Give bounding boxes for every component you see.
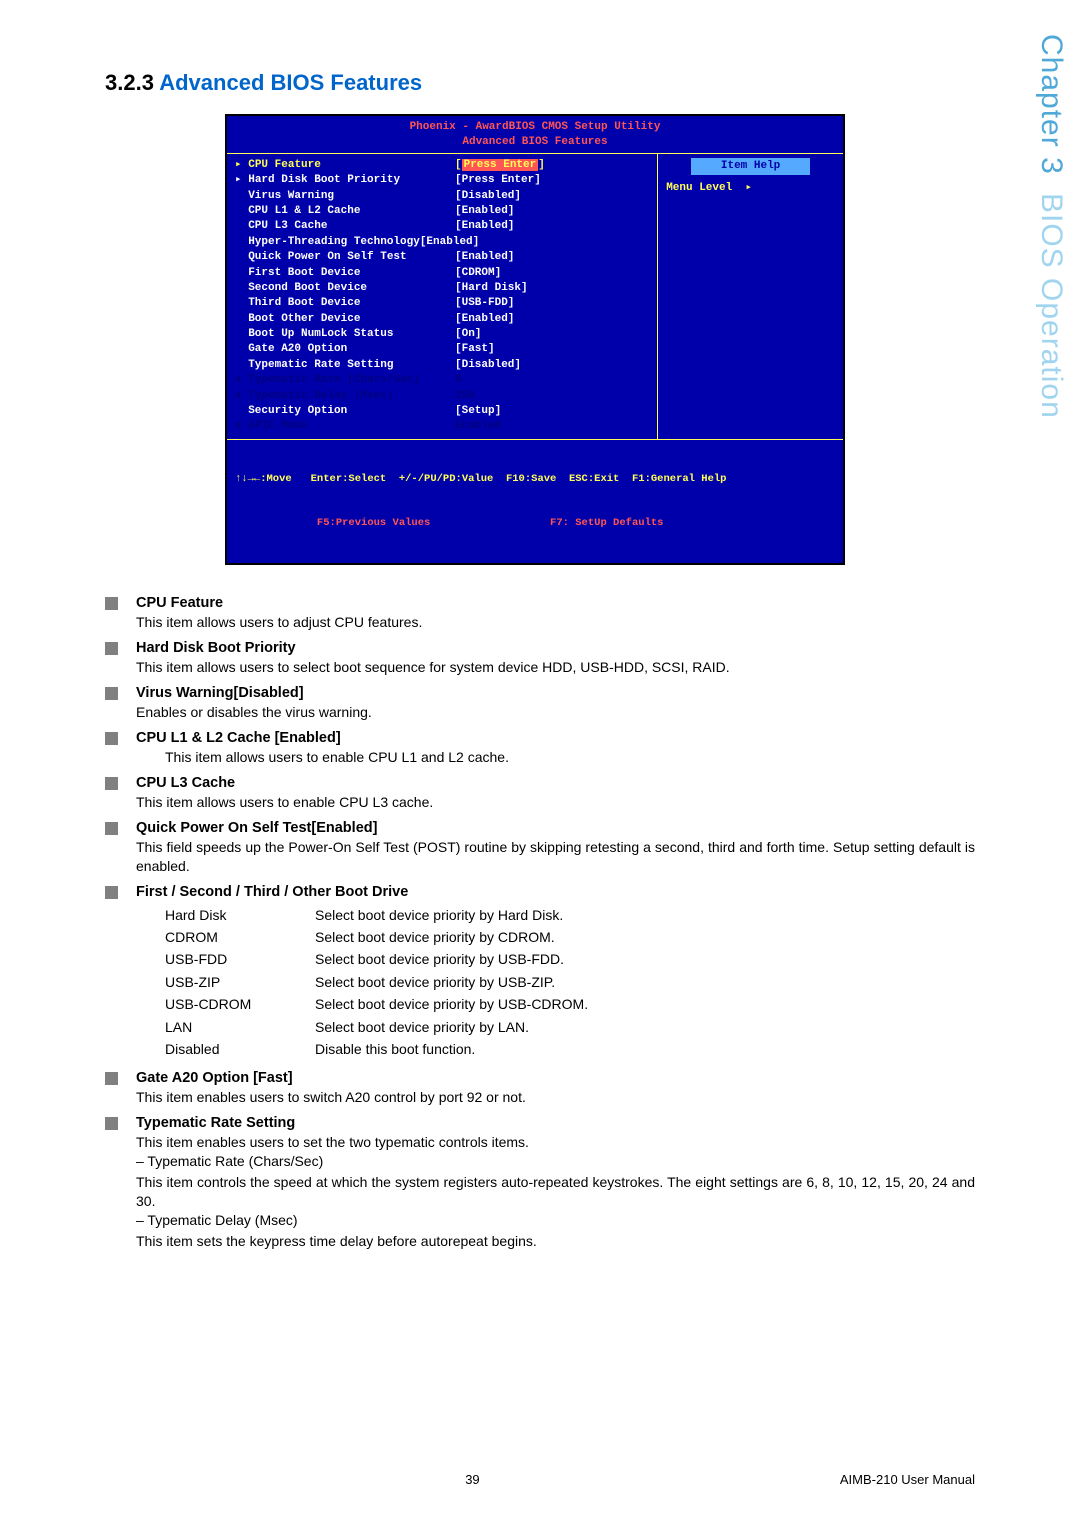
bios-row: Gate A20 Option[Fast] [235, 342, 649, 357]
feature-title: CPU L1 & L2 Cache [Enabled] [136, 730, 341, 746]
feature-item: Virus Warning[Disabled] Enables or disab… [105, 685, 975, 722]
item-help-label: Item Help [691, 158, 810, 175]
bios-settings-panel: ▸ CPU Feature[Press Enter] ▸ Hard Disk B… [227, 154, 658, 439]
feature-title: Hard Disk Boot Priority [136, 640, 296, 656]
table-row: DisabledDisable this boot function. [165, 1038, 975, 1060]
bios-row: Third Boot Device[USB-FDD] [235, 296, 649, 311]
feature-list: CPU Feature This item allows users to ad… [105, 595, 975, 1250]
subitem-dash: – Typematic Rate (Chars/Sec) [136, 1152, 975, 1171]
feature-item: First / Second / Third / Other Boot Driv… [105, 884, 975, 1061]
table-row: CDROMSelect boot device priority by CDRO… [165, 926, 975, 948]
bios-row: First Boot Device[CDROM] [235, 266, 649, 281]
bios-row: ▸ CPU Feature[Press Enter] [235, 158, 649, 173]
bullet-icon [105, 732, 118, 745]
bios-screenshot: Phoenix - AwardBIOS CMOS Setup Utility A… [225, 114, 845, 565]
boot-drive-table: Hard DiskSelect boot device priority by … [165, 904, 975, 1061]
feature-title: Virus Warning[Disabled] [136, 685, 304, 701]
feature-item: CPU Feature This item allows users to ad… [105, 595, 975, 632]
bios-row: x Typematic Rate (Chars/Sec)6 [235, 373, 649, 388]
subitem-dash: – Typematic Delay (Msec) [136, 1211, 975, 1230]
bios-row: CPU L1 & L2 Cache[Enabled] [235, 204, 649, 219]
feature-desc: This item allows users to enable CPU L1 … [165, 748, 975, 767]
bios-row: Second Boot Device[Hard Disk] [235, 281, 649, 296]
feature-item: CPU L3 Cache This item allows users to e… [105, 775, 975, 812]
bullet-icon [105, 642, 118, 655]
feature-desc: This item allows users to enable CPU L3 … [136, 793, 975, 812]
subitem-desc: This item controls the speed at which th… [136, 1173, 975, 1211]
feature-item: CPU L1 & L2 Cache [Enabled] This item al… [105, 730, 975, 767]
bios-row: Virus Warning[Disabled] [235, 189, 649, 204]
bios-row: Hyper-Threading Technology[Enabled] [235, 235, 649, 250]
bios-header: Phoenix - AwardBIOS CMOS Setup Utility A… [227, 116, 843, 154]
table-row: USB-CDROMSelect boot device priority by … [165, 993, 975, 1015]
bullet-icon [105, 687, 118, 700]
bios-row: Boot Other Device[Enabled] [235, 312, 649, 327]
bullet-icon [105, 1072, 118, 1085]
bios-help-panel: Item Help Menu Level ▸ [658, 154, 843, 439]
table-row: USB-FDDSelect boot device priority by US… [165, 948, 975, 970]
feature-desc: This item enables users to set the two t… [136, 1133, 975, 1152]
bullet-icon [105, 886, 118, 899]
feature-desc: This field speeds up the Power-On Self T… [136, 838, 975, 876]
feature-title: Gate A20 Option [Fast] [136, 1070, 293, 1086]
side-tab: Chapter 3 BIOS Operation [1020, 0, 1068, 540]
bios-row: Quick Power On Self Test[Enabled] [235, 250, 649, 265]
feature-desc: Enables or disables the virus warning. [136, 703, 975, 722]
bullet-icon [105, 597, 118, 610]
section-heading: 3.2.3 Advanced BIOS Features [105, 70, 975, 96]
section-title: Advanced BIOS Features [159, 70, 422, 95]
bios-row: ▸ Hard Disk Boot Priority[Press Enter] [235, 173, 649, 188]
table-row: USB-ZIPSelect boot device priority by US… [165, 971, 975, 993]
feature-item: Typematic Rate Setting This item enables… [105, 1115, 975, 1250]
bios-row: CPU L3 Cache[Enabled] [235, 219, 649, 234]
feature-title: First / Second / Third / Other Boot Driv… [136, 884, 408, 900]
bios-row: Typematic Rate Setting[Disabled] [235, 358, 649, 373]
bios-row: x APIC ModeEnabled [235, 419, 649, 434]
feature-desc: This item allows users to select boot se… [136, 658, 975, 677]
feature-item: Quick Power On Self Test[Enabled] This f… [105, 820, 975, 876]
bios-row: Boot Up NumLock Status[On] [235, 327, 649, 342]
feature-title: CPU L3 Cache [136, 775, 235, 791]
bios-footer: ↑↓→←:Move Enter:Select +/-/PU/PD:Value F… [227, 439, 843, 564]
feature-title: Typematic Rate Setting [136, 1115, 295, 1131]
feature-desc: This item enables users to switch A20 co… [136, 1088, 975, 1107]
feature-item: Gate A20 Option [Fast] This item enables… [105, 1070, 975, 1107]
bullet-icon [105, 777, 118, 790]
feature-desc: This item allows users to adjust CPU fea… [136, 613, 975, 632]
feature-title: CPU Feature [136, 595, 223, 611]
bios-row: Security Option[Setup] [235, 404, 649, 419]
page-footer: 39 AIMB-210 User Manual [0, 1472, 1080, 1487]
table-row: LANSelect boot device priority by LAN. [165, 1016, 975, 1038]
side-chapter-label: Chapter 3 [1020, 34, 1068, 175]
bullet-icon [105, 1117, 118, 1130]
bios-header-line2: Advanced BIOS Features [227, 135, 843, 150]
table-row: Hard DiskSelect boot device priority by … [165, 904, 975, 926]
feature-title: Quick Power On Self Test[Enabled] [136, 820, 377, 836]
bullet-icon [105, 822, 118, 835]
subitem-desc: This item sets the keypress time delay b… [136, 1232, 975, 1251]
bios-row: x Typematic Delay (Msec)250 [235, 389, 649, 404]
page-number: 39 [465, 1472, 479, 1487]
manual-name: AIMB-210 User Manual [840, 1472, 975, 1487]
section-number: 3.2.3 [105, 70, 154, 95]
side-section-label: BIOS Operation [1020, 193, 1068, 419]
feature-item: Hard Disk Boot Priority This item allows… [105, 640, 975, 677]
bios-header-line1: Phoenix - AwardBIOS CMOS Setup Utility [227, 120, 843, 135]
menu-level: Menu Level ▸ [666, 181, 835, 196]
